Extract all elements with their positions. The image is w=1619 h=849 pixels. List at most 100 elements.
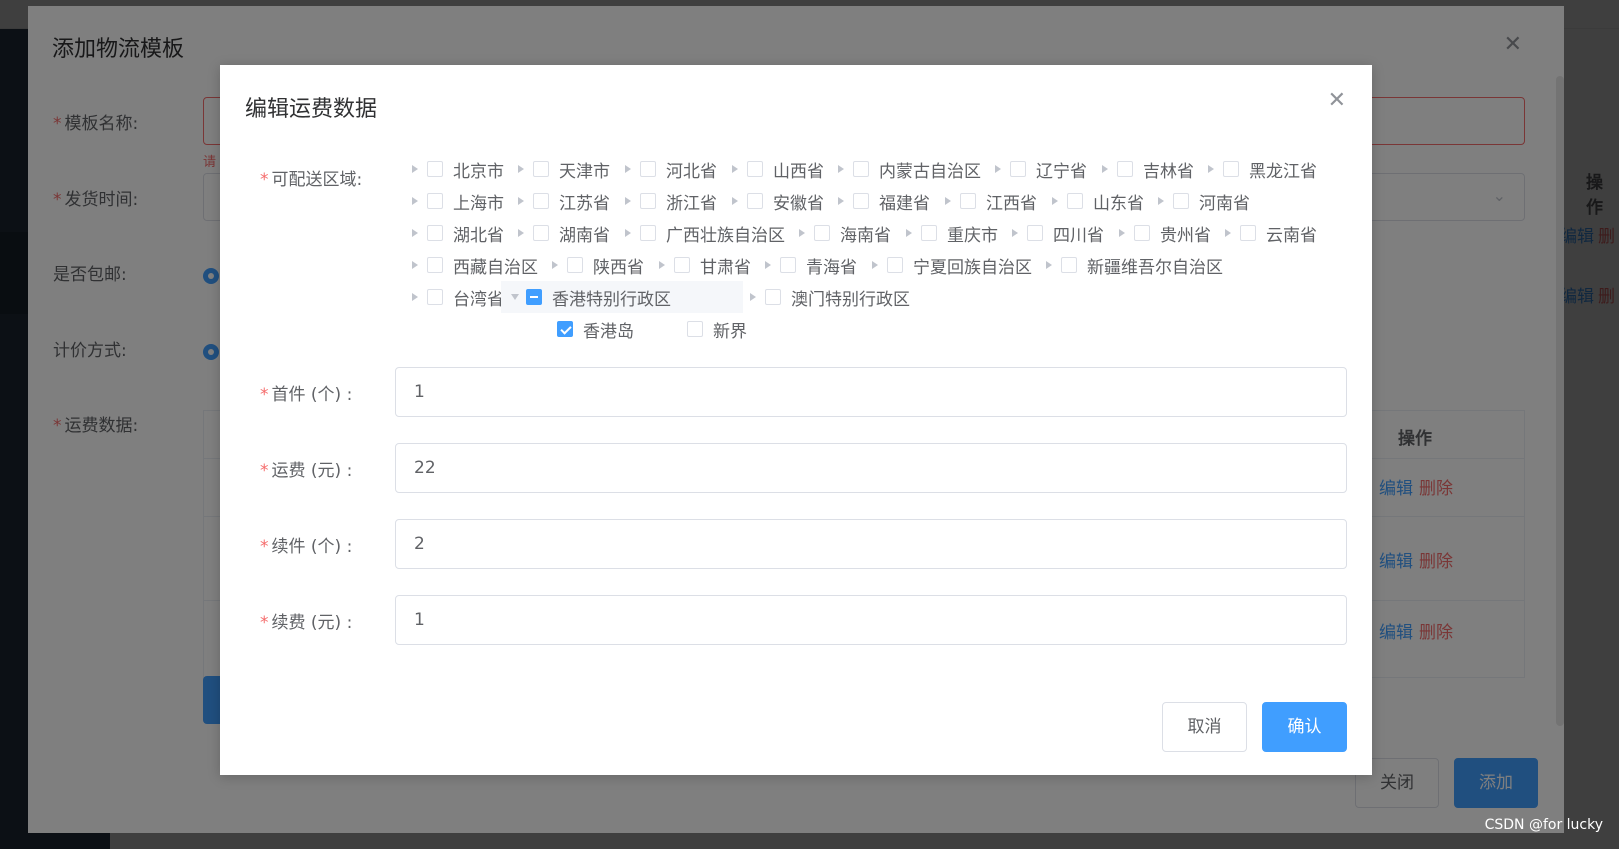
tree-node[interactable]: 北京市 (405, 153, 504, 185)
tree-node[interactable]: 内蒙古自治区 (831, 153, 981, 185)
checkbox[interactable] (765, 289, 781, 305)
checkbox[interactable] (747, 161, 763, 177)
tree-node[interactable]: 黑龙江省 (1201, 153, 1317, 185)
expand-arrow-icon[interactable] (552, 261, 558, 269)
checkbox[interactable] (747, 193, 763, 209)
expand-arrow-icon[interactable] (518, 165, 524, 173)
expand-arrow-icon[interactable] (412, 293, 418, 301)
expand-arrow-icon[interactable] (732, 197, 738, 205)
checkbox[interactable] (533, 225, 549, 241)
checkbox[interactable] (533, 161, 549, 177)
checkbox[interactable] (567, 257, 583, 273)
expand-arrow-icon[interactable] (945, 197, 951, 205)
checkbox[interactable] (1010, 161, 1026, 177)
tree-node[interactable]: 四川省 (1005, 217, 1104, 249)
expand-arrow-icon[interactable] (518, 229, 524, 237)
tree-node[interactable]: 海南省 (792, 217, 891, 249)
first-item-input[interactable]: 1 (395, 367, 1347, 417)
tree-node[interactable]: 陕西省 (545, 249, 644, 281)
checkbox[interactable] (853, 161, 869, 177)
expand-arrow-icon[interactable] (1052, 197, 1058, 205)
tree-node[interactable]: 山西省 (725, 153, 824, 185)
checkbox[interactable] (687, 321, 703, 337)
tree-node[interactable]: 江苏省 (511, 185, 610, 217)
checkbox[interactable] (1134, 225, 1150, 241)
expand-arrow-icon[interactable] (1225, 229, 1231, 237)
tree-node[interactable]: 山东省 (1045, 185, 1144, 217)
expand-arrow-icon[interactable] (412, 165, 418, 173)
expand-arrow-icon[interactable] (1012, 229, 1018, 237)
tree-node[interactable]: 宁夏回族自治区 (865, 249, 1032, 281)
expand-arrow-icon[interactable] (625, 165, 631, 173)
tree-node[interactable]: 江西省 (938, 185, 1037, 217)
tree-node[interactable]: 贵州省 (1112, 217, 1211, 249)
expand-arrow-icon[interactable] (1119, 229, 1125, 237)
checkbox[interactable] (640, 161, 656, 177)
tree-node[interactable]: 甘肃省 (652, 249, 751, 281)
additional-item-input[interactable]: 2 (395, 519, 1347, 569)
tree-node-child[interactable]: 新界 (665, 313, 747, 345)
expand-arrow-icon[interactable] (1208, 165, 1214, 173)
checkbox[interactable] (1061, 257, 1077, 273)
tree-node[interactable]: 上海市 (405, 185, 504, 217)
checkbox[interactable] (1240, 225, 1256, 241)
tree-node[interactable]: 广西壮族自治区 (618, 217, 785, 249)
tree-node[interactable]: 湖南省 (511, 217, 610, 249)
checkbox-checked[interactable] (557, 321, 573, 337)
checkbox[interactable] (1067, 193, 1083, 209)
checkbox[interactable] (921, 225, 937, 241)
checkbox[interactable] (1223, 161, 1239, 177)
tree-node-child[interactable]: 香港岛 (535, 313, 634, 345)
checkbox[interactable] (640, 225, 656, 241)
expand-arrow-icon[interactable] (1102, 165, 1108, 173)
tree-node[interactable]: 河南省 (1151, 185, 1250, 217)
tree-node[interactable]: 台湾省 (405, 281, 504, 313)
expand-arrow-icon[interactable] (412, 197, 418, 205)
tree-node[interactable]: 湖北省 (405, 217, 504, 249)
tree-node[interactable]: 重庆市 (899, 217, 998, 249)
cancel-button[interactable]: 取消 (1162, 702, 1247, 752)
expand-arrow-icon[interactable] (412, 229, 418, 237)
checkbox[interactable] (853, 193, 869, 209)
expand-arrow-icon[interactable] (872, 261, 878, 269)
checkbox[interactable] (1117, 161, 1133, 177)
confirm-button[interactable]: 确认 (1262, 702, 1347, 752)
expand-arrow-icon[interactable] (906, 229, 912, 237)
tree-node[interactable]: 青海省 (758, 249, 857, 281)
expand-arrow-icon[interactable] (625, 229, 631, 237)
tree-node-hk[interactable]: 香港特别行政区 (501, 281, 743, 313)
expand-arrow-icon[interactable] (412, 261, 418, 269)
collapse-arrow-icon[interactable] (511, 294, 519, 300)
checkbox[interactable] (640, 193, 656, 209)
checkbox[interactable] (427, 161, 443, 177)
checkbox[interactable] (427, 289, 443, 305)
expand-arrow-icon[interactable] (750, 293, 756, 301)
expand-arrow-icon[interactable] (799, 229, 805, 237)
tree-node[interactable]: 安徽省 (725, 185, 824, 217)
checkbox[interactable] (427, 193, 443, 209)
expand-arrow-icon[interactable] (1158, 197, 1164, 205)
checkbox[interactable] (814, 225, 830, 241)
checkbox[interactable] (533, 193, 549, 209)
checkbox[interactable] (887, 257, 903, 273)
additional-fee-input[interactable]: 1 (395, 595, 1347, 645)
checkbox[interactable] (427, 257, 443, 273)
tree-node[interactable]: 河北省 (618, 153, 717, 185)
tree-node[interactable]: 浙江省 (618, 185, 717, 217)
tree-node[interactable]: 吉林省 (1095, 153, 1194, 185)
tree-node[interactable]: 云南省 (1218, 217, 1317, 249)
expand-arrow-icon[interactable] (625, 197, 631, 205)
tree-node[interactable]: 澳门特别行政区 (743, 281, 910, 313)
tree-node[interactable]: 天津市 (511, 153, 610, 185)
expand-arrow-icon[interactable] (995, 165, 1001, 173)
checkbox[interactable] (1027, 225, 1043, 241)
checkbox[interactable] (427, 225, 443, 241)
expand-arrow-icon[interactable] (732, 165, 738, 173)
close-icon[interactable]: ✕ (1328, 90, 1346, 112)
checkbox[interactable] (674, 257, 690, 273)
checkbox[interactable] (960, 193, 976, 209)
expand-arrow-icon[interactable] (518, 197, 524, 205)
expand-arrow-icon[interactable] (765, 261, 771, 269)
tree-node[interactable]: 新疆维吾尔自治区 (1039, 249, 1223, 281)
tree-node[interactable]: 福建省 (831, 185, 930, 217)
